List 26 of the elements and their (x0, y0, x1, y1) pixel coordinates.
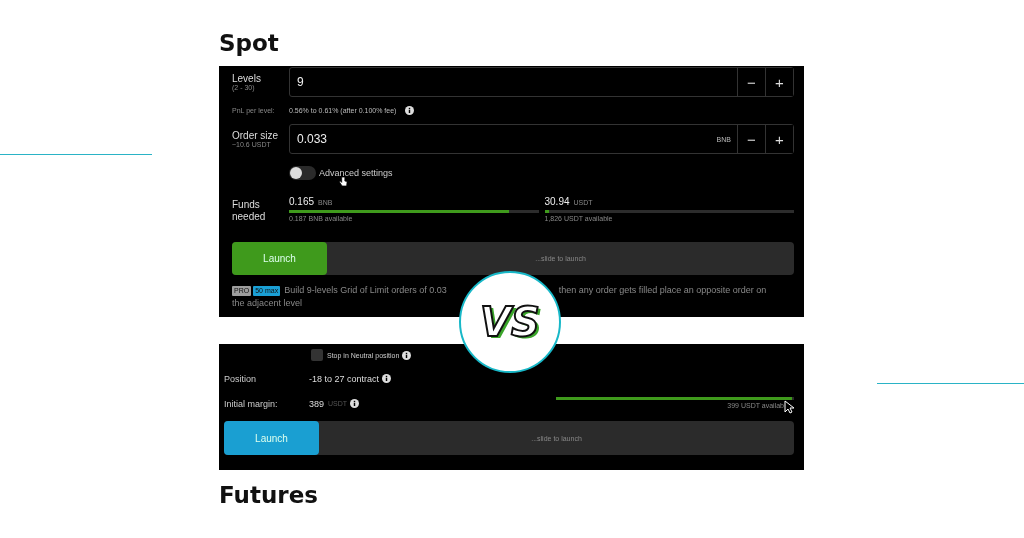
toggle-switch[interactable] (289, 166, 316, 180)
increment-button[interactable]: + (765, 68, 793, 96)
increment-button[interactable]: + (765, 125, 793, 153)
number-field[interactable]: 9 − + (289, 67, 794, 97)
margin-value: 389 (309, 398, 325, 409)
amount-value: 30.94 (544, 196, 570, 207)
description-text: then any order gets filled place an opposite order on (558, 284, 767, 297)
toggle-label: Advanced settings (319, 168, 393, 178)
position-value: -18 to 27 contract (309, 373, 380, 384)
checkbox[interactable] (311, 349, 323, 361)
info-icon (350, 399, 360, 408)
field-label: Position (224, 373, 258, 384)
pointer-cursor-icon (784, 400, 794, 414)
hand-cursor-icon (339, 176, 348, 187)
info-icon (402, 350, 412, 360)
section-heading: Spot (219, 29, 279, 58)
info-icon (405, 106, 415, 115)
field-label: Funds needed (232, 198, 267, 223)
amount-value: 0.165 (289, 196, 315, 207)
description-text: Build 9-levels Grid of Limit orders of 0.03 (284, 284, 447, 297)
section-heading: Futures (219, 481, 318, 510)
info-icon (382, 374, 392, 383)
field-label: Levels (232, 73, 261, 84)
field-label: Order size (232, 130, 279, 141)
field-label: Initial margin: (224, 398, 279, 409)
description-text: the adjacent level (232, 297, 303, 310)
